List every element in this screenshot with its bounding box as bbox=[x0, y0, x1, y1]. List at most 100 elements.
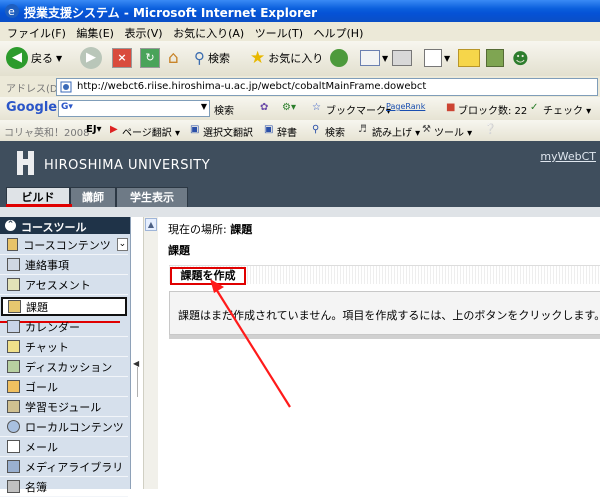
ej-dropdown[interactable]: EJ▾ bbox=[86, 124, 102, 135]
back-button[interactable]: ◀ 戻る ▼ bbox=[6, 46, 62, 70]
university-logo-icon bbox=[17, 151, 34, 175]
address-input[interactable]: http://webct6.riise.hiroshima-u.ac.jp/we… bbox=[56, 78, 598, 96]
create-assignment-button[interactable]: 課題を作成 bbox=[170, 267, 246, 285]
translate-arrow-icon: ▶ bbox=[110, 124, 118, 135]
university-name: HIROSHIMA UNIVERSITY bbox=[44, 158, 211, 173]
home-button[interactable]: ⌂ bbox=[168, 46, 186, 70]
research-button[interactable] bbox=[486, 46, 504, 70]
popup-blocked-count[interactable]: ブロック数: 22 bbox=[458, 102, 527, 117]
sidebar-item-course-content[interactable]: コースコンテンツ ⌄ bbox=[0, 235, 128, 255]
menu-view[interactable]: 表示(V) bbox=[124, 25, 162, 41]
history-button[interactable] bbox=[330, 46, 348, 70]
menu-file[interactable]: ファイル(F) bbox=[7, 25, 66, 41]
discuss-button[interactable] bbox=[458, 46, 480, 70]
menu-help[interactable]: ヘルプ(H) bbox=[314, 25, 364, 41]
favorites-label: お気に入り bbox=[268, 52, 324, 65]
learning-modules-icon bbox=[7, 400, 20, 413]
favorites-button[interactable]: ★ お気に入り bbox=[250, 46, 323, 70]
print-icon bbox=[392, 50, 412, 66]
window-title-bar: e 授業支援システム - Microsoft Internet Explorer bbox=[0, 0, 600, 22]
frame-splitter[interactable]: ◀ bbox=[131, 217, 143, 489]
chevron-down-icon[interactable]: ⌄ bbox=[116, 238, 128, 251]
back-label: 戻る bbox=[31, 52, 53, 65]
menu-tools[interactable]: ツール(T) bbox=[255, 25, 303, 41]
bookmarks-button[interactable]: ブックマーク▾ bbox=[326, 102, 391, 117]
dropdown-arrow-icon: ▼ bbox=[56, 53, 63, 63]
message-shadow bbox=[169, 335, 600, 339]
sidebar-item-assessments[interactable]: アセスメント bbox=[0, 275, 128, 295]
course-tools-header[interactable]: ⌃ コースツール bbox=[0, 217, 130, 234]
course-tools-title: コースツール bbox=[21, 221, 87, 234]
search-label: 検索 bbox=[208, 52, 230, 65]
media-library-icon bbox=[7, 460, 20, 473]
forward-arrow-icon: ▶ bbox=[80, 47, 102, 69]
print-button[interactable] bbox=[392, 46, 412, 70]
search-icon: ⚲ bbox=[194, 49, 205, 67]
sidebar-item-label: 名簿 bbox=[25, 480, 47, 494]
sidebar-item-local-content[interactable]: ローカルコンテンツ bbox=[0, 417, 128, 437]
dictionary-button[interactable]: 辞書 bbox=[277, 124, 297, 139]
sidebar-item-label: カレンダー bbox=[25, 320, 80, 334]
select-translate-icon: ▣ bbox=[190, 124, 200, 135]
spellcheck-button[interactable]: チェック ▾ bbox=[543, 102, 591, 117]
address-label: アドレス(D) bbox=[6, 84, 62, 95]
menu-favorites[interactable]: お気に入り(A) bbox=[173, 25, 244, 41]
page-icon bbox=[60, 81, 72, 93]
sidebar-item-chat[interactable]: チャット bbox=[0, 337, 128, 357]
local-content-icon bbox=[7, 420, 20, 433]
roster-icon bbox=[7, 480, 20, 493]
tab-instructor[interactable]: 講師 bbox=[70, 187, 116, 208]
page-translate-button[interactable]: ページ翻訳 ▾ bbox=[122, 124, 180, 139]
spellcheck-icon: ✓ bbox=[530, 102, 539, 113]
home-icon: ⌂ bbox=[168, 48, 179, 68]
mywebct-link[interactable]: myWebCT bbox=[540, 150, 596, 163]
sidebar-item-goals[interactable]: ゴール bbox=[0, 377, 128, 397]
stop-button[interactable]: × bbox=[112, 46, 132, 70]
sidebar-item-announcements[interactable]: 連絡事項 bbox=[0, 255, 128, 275]
dict-search-button[interactable]: 検索 bbox=[325, 124, 345, 139]
breadcrumb-current: 課題 bbox=[230, 223, 253, 236]
pagerank-button[interactable]: PageRank bbox=[386, 102, 425, 111]
help-icon[interactable]: ❔ bbox=[484, 124, 496, 135]
annotation-arrow bbox=[210, 279, 291, 408]
dictionary-toolbar: コリャ英和！2008 EJ▾ ▶ ページ翻訳 ▾ ▣ 選択文翻訳 ▣ 辞書 ⚲ … bbox=[0, 120, 600, 142]
dict-tools-button[interactable]: ツール ▾ bbox=[434, 124, 472, 139]
settings-icon[interactable]: ⚙▾ bbox=[282, 102, 296, 113]
sidebar-item-mail[interactable]: メール bbox=[0, 437, 128, 457]
select-translate-button[interactable]: 選択文翻訳 bbox=[203, 124, 253, 139]
sidebar-item-discussions[interactable]: ディスカッション bbox=[0, 357, 128, 377]
vertical-scrollbar[interactable]: ▲ bbox=[143, 217, 158, 489]
sidebar-item-media-library[interactable]: メディアライブラリ bbox=[0, 457, 128, 477]
star-icon: ★ bbox=[250, 48, 266, 68]
google-search-input[interactable]: G▾ ▼ bbox=[58, 100, 210, 117]
splitter-grip bbox=[137, 367, 138, 397]
menu-edit[interactable]: 編集(E) bbox=[76, 25, 114, 41]
search-button[interactable]: ⚲ 検索 bbox=[194, 46, 230, 70]
back-arrow-icon: ◀ bbox=[6, 47, 28, 69]
sidebar-item-learning-modules[interactable]: 学習モジュール bbox=[0, 397, 128, 417]
assessments-icon bbox=[7, 278, 20, 291]
edit-button[interactable]: ▼ bbox=[424, 46, 450, 70]
read-aloud-button[interactable]: 読み上げ ▾ bbox=[372, 124, 420, 139]
sidebar-item-assignments[interactable]: 課題 bbox=[1, 297, 127, 316]
announcements-icon bbox=[7, 258, 20, 271]
tab-student-view[interactable]: 学生表示 bbox=[116, 187, 188, 208]
browser-toolbar: ◀ 戻る ▼ ▶ × ↻ ⌂ ⚲ 検索 ★ お気に入り ▼ ▼ ☻ bbox=[0, 41, 600, 77]
history-icon bbox=[330, 49, 348, 67]
role-tabs: ビルド 講師 学生表示 bbox=[0, 187, 600, 208]
sidebar-item-label: アセスメント bbox=[25, 278, 91, 292]
scroll-up-icon[interactable]: ▲ bbox=[145, 218, 157, 231]
collapse-icon[interactable]: ⌃ bbox=[5, 220, 16, 231]
sidebar-item-calendar[interactable]: カレンダー bbox=[0, 317, 128, 337]
pagerank-flower-icon[interactable]: ✿ bbox=[260, 102, 268, 113]
forward-button[interactable]: ▶ bbox=[80, 46, 102, 70]
sidebar-item-label: 学習モジュール bbox=[25, 400, 102, 414]
messenger-button[interactable]: ☻ bbox=[512, 46, 529, 70]
empty-message: 課題はまだ作成されていません。項目を作成するには、上のボタンをクリックします。 bbox=[178, 309, 600, 322]
sidebar-item-roster[interactable]: 名簿 bbox=[0, 477, 128, 497]
google-logo: Google bbox=[6, 100, 58, 115]
google-search-button[interactable]: 検索 bbox=[214, 102, 234, 117]
mail-button[interactable]: ▼ bbox=[360, 46, 388, 70]
refresh-button[interactable]: ↻ bbox=[140, 46, 160, 70]
dropdown-arrow-icon: ▼ bbox=[200, 102, 207, 111]
